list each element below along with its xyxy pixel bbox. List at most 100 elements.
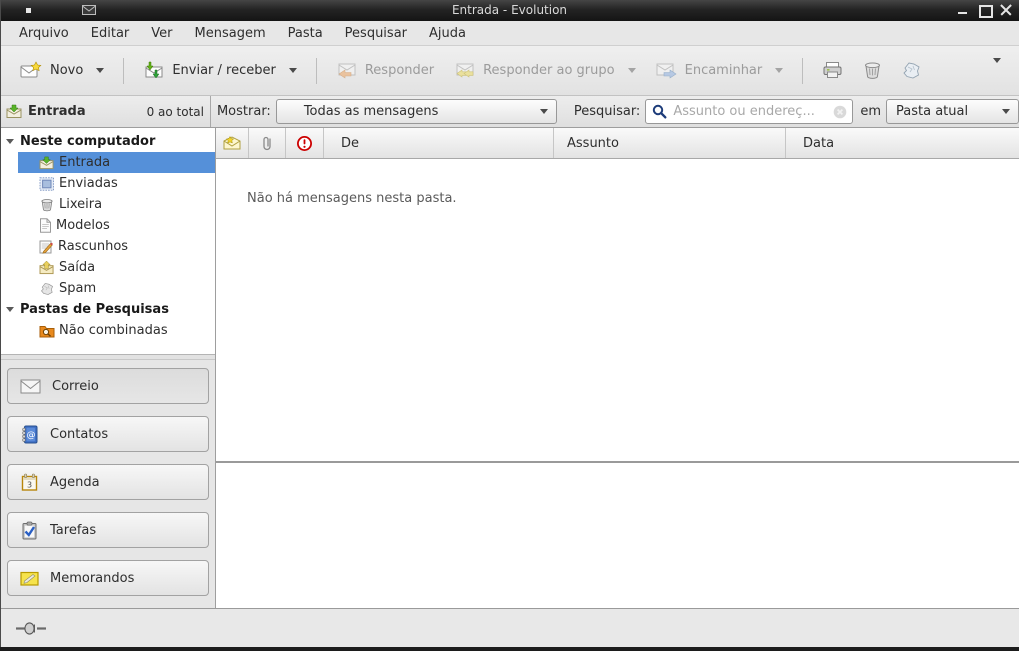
sidebar-item-enviadas[interactable]: Enviadas [0,173,215,194]
outbox-icon [39,261,55,275]
window-title: Entrada - Evolution [0,3,1019,17]
switcher-calendar-button[interactable]: 3 Agenda [7,464,209,500]
menu-pesquisar[interactable]: Pesquisar [334,24,418,43]
attachment-column-header[interactable] [249,128,286,158]
folder-tree: Neste computador Entrada [0,128,215,354]
reply-group-dropdown-icon[interactable] [628,68,636,73]
menu-editar[interactable]: Editar [80,24,141,43]
sidebar-item-entrada[interactable]: Entrada [18,152,215,173]
folder-label: Não combinadas [59,323,168,338]
tree-group-search-folders[interactable]: Pastas de Pesquisas [0,299,215,320]
show-filter-value: Todas as mensagens [304,104,439,119]
reply-group-button[interactable]: Responder ao grupo [444,56,646,86]
column-header-de[interactable]: De [324,128,554,158]
calendar-icon: 3 [20,473,39,492]
toolbar-separator [123,58,124,84]
reply-button[interactable]: Responder [326,56,444,86]
evolution-window: Entrada - Evolution Arquivo Editar Ver M… [0,0,1019,651]
expander-icon[interactable] [6,139,14,144]
sidebar-item-modelos[interactable]: Modelos [0,215,215,236]
new-dropdown-icon[interactable] [96,68,104,73]
tasks-icon [20,521,39,540]
switcher-contacts-button[interactable]: @ Contatos [7,416,209,452]
menubar: Arquivo Editar Ver Mensagem Pasta Pesqui… [0,21,1019,46]
chevron-down-icon [540,109,548,114]
sidebar-item-saida[interactable]: Saída [0,257,215,278]
switcher-label: Correio [52,379,99,394]
menu-mensagem[interactable]: Mensagem [184,24,277,43]
menu-ajuda[interactable]: Ajuda [418,24,477,43]
folder-label: Entrada [59,155,110,170]
drafts-icon [39,239,54,254]
junk-icon [901,61,922,80]
close-button[interactable] [1000,4,1013,17]
online-status-icon[interactable] [16,621,47,636]
column-label: De [341,136,359,151]
chevron-down-icon [993,58,1001,78]
menu-ver[interactable]: Ver [140,24,183,43]
print-button[interactable] [812,55,853,86]
sidebar-item-lixeira[interactable]: Lixeira [0,194,215,215]
menu-pasta[interactable]: Pasta [277,24,334,43]
in-label: em [860,104,881,119]
column-header-assunto[interactable]: Assunto [554,128,786,158]
search-field[interactable] [645,99,853,124]
search-scope-value: Pasta atual [896,104,968,119]
reply-label: Responder [365,63,434,78]
maximize-button[interactable] [978,4,991,17]
search-input[interactable] [673,104,832,119]
titlebar[interactable]: Entrada - Evolution [0,0,1019,21]
toolbar-overflow-button[interactable] [985,57,1009,84]
status-column-header[interactable] [216,128,249,158]
switcher-tasks-button[interactable]: Tarefas [7,512,209,548]
priority-column-header[interactable] [286,128,324,158]
junk-button[interactable] [892,55,931,86]
message-list-body[interactable]: Não há mensagens nesta pasta. [216,159,1019,461]
filter-bar: Entrada 0 ao total Mostrar: Todas as men… [0,96,1019,128]
trash-icon [39,198,55,212]
document-icon [39,218,52,233]
send-receive-dropdown-icon[interactable] [289,68,297,73]
expander-icon[interactable] [6,307,14,312]
switcher-label: Agenda [50,475,100,490]
send-receive-label: Enviar / receber [172,63,276,78]
message-status-icon [223,136,241,150]
minimize-button[interactable] [956,4,969,17]
switcher-mail-button[interactable]: Correio [7,368,209,404]
send-receive-icon [143,61,165,80]
memos-icon [20,570,39,587]
switcher-memos-button[interactable]: Memorandos [7,560,209,596]
preview-pane [216,463,1019,608]
folder-label: Saída [59,260,95,275]
bottom-panel-edge [0,647,1019,651]
sidebar-item-spam[interactable]: Spam [0,278,215,299]
spam-icon [39,282,55,296]
current-folder-name: Entrada [28,104,86,119]
new-message-button[interactable]: Novo [10,55,114,86]
search-scope-dropdown[interactable]: Pasta atual [886,99,1019,124]
show-filter-dropdown[interactable]: Todas as mensagens [276,99,557,124]
contacts-icon: @ [20,425,39,444]
reply-icon [336,62,358,80]
forward-dropdown-icon[interactable] [775,68,783,73]
folder-message-count: 0 ao total [147,105,204,119]
sidebar-item-nao-combinadas[interactable]: Não combinadas [0,320,215,341]
column-header-data[interactable]: Data [786,128,1019,158]
tree-group-this-computer[interactable]: Neste computador [0,131,215,152]
important-icon [296,135,313,152]
send-receive-button[interactable]: Enviar / receber [133,55,307,86]
column-label: Assunto [567,136,619,151]
new-message-label: Novo [50,63,83,78]
tree-group-label: Pastas de Pesquisas [20,302,169,317]
sidebar-item-rascunhos[interactable]: Rascunhos [0,236,215,257]
delete-button[interactable] [853,55,892,86]
clear-search-icon[interactable] [832,104,848,120]
tree-group-label: Neste computador [20,134,155,149]
search-label: Pesquisar: [574,104,641,119]
svg-text:@: @ [27,430,36,440]
menu-arquivo[interactable]: Arquivo [8,24,80,43]
forward-button[interactable]: Encaminhar [646,56,794,86]
svg-text:3: 3 [27,480,32,489]
printer-icon [821,61,844,80]
empty-folder-message: Não há mensagens nesta pasta. [216,159,1019,206]
